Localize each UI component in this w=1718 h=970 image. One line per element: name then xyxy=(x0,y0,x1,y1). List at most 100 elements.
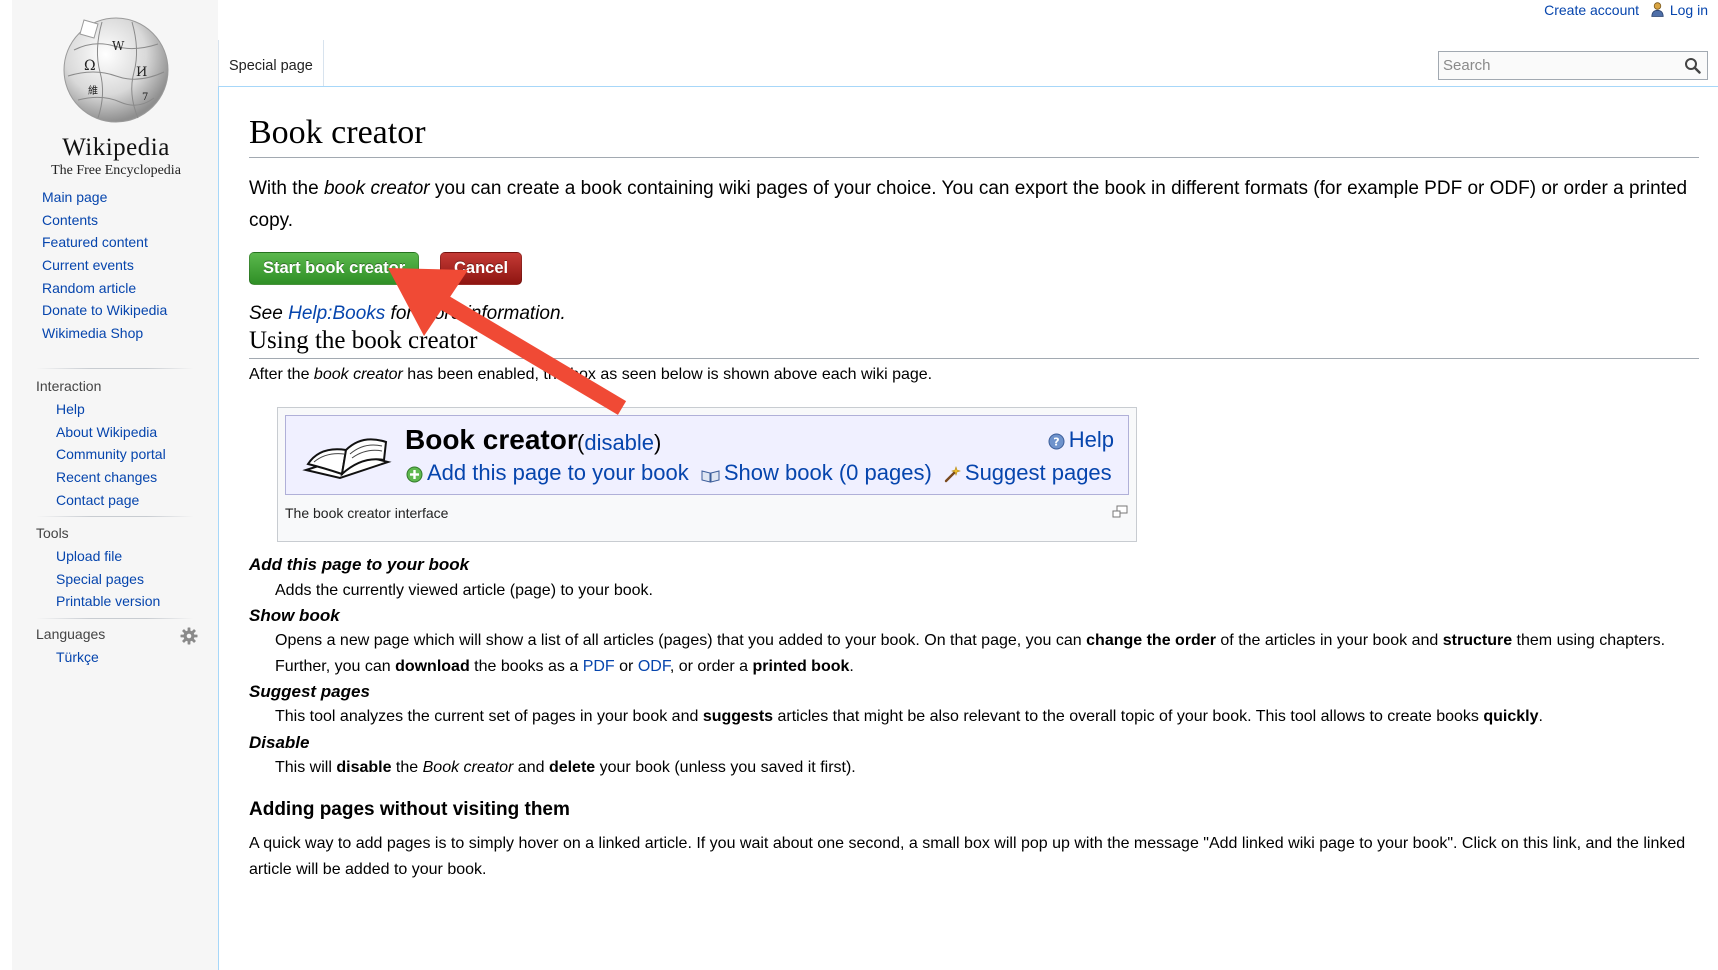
portal-divider xyxy=(36,618,194,619)
sidebar-item-help[interactable]: Help xyxy=(56,398,166,421)
help-control[interactable]: ? Help xyxy=(1048,427,1114,453)
sidebar-item-recent-changes[interactable]: Recent changes xyxy=(56,466,166,489)
disable-control: (disable) xyxy=(577,430,661,456)
sidebar: Ω W И 維 7 Wikipedia The Free Encyclopedi… xyxy=(0,0,218,970)
start-book-creator-button[interactable]: Start book creator xyxy=(249,252,420,285)
wikipedia-logo[interactable]: Ω W И 維 7 Wikipedia The Free Encyclopedi… xyxy=(28,8,204,178)
intro-paragraph: With the book creator you can create a b… xyxy=(249,173,1704,237)
svg-text:W: W xyxy=(112,39,125,53)
book-creator-actions: Add this page to your book Show book (0 … xyxy=(406,460,1118,486)
after-emphasis: book creator xyxy=(313,366,403,383)
intro-emphasis: book creator xyxy=(323,178,430,199)
portal-heading-interaction[interactable]: Interaction xyxy=(36,378,101,394)
sidebar-item-upload-file[interactable]: Upload file xyxy=(56,545,160,568)
sidebar-item-donate[interactable]: Donate to Wikipedia xyxy=(42,299,167,322)
see-help-text: See Help:Books for more information. xyxy=(249,303,566,325)
show-book-action[interactable]: Show book (0 pages) xyxy=(701,460,932,485)
add-page-action[interactable]: Add this page to your book xyxy=(406,460,689,485)
sidebar-item-about-wikipedia[interactable]: About Wikipedia xyxy=(56,421,166,444)
see-text: See xyxy=(249,303,289,324)
wand-icon xyxy=(944,466,961,483)
thumbnail-figure: Book creator (disable) ? Help Add this p… xyxy=(277,407,1137,542)
create-account-link[interactable]: Create account xyxy=(1544,2,1639,18)
sidebar-item-featured-content[interactable]: Featured content xyxy=(42,231,167,254)
sidebar-item-community-portal[interactable]: Community portal xyxy=(56,443,166,466)
logo-tagline: The Free Encyclopedia xyxy=(51,163,181,178)
term-suggest-pages: Suggest pages xyxy=(249,682,370,701)
desc-text: , or order a xyxy=(669,658,753,675)
sidebar-item-language-turkish[interactable]: Türkçe xyxy=(56,646,99,669)
term-add-page: Add this page to your book xyxy=(249,555,470,574)
desc-bold: quickly xyxy=(1483,708,1539,725)
desc-text: your book (unless you saved it first). xyxy=(595,759,856,776)
sidebar-item-special-pages[interactable]: Special pages xyxy=(56,568,160,591)
desc-text: Opens a new page which will show a list … xyxy=(275,632,1087,649)
desc-text: of the articles in your book and xyxy=(1215,632,1443,649)
svg-text:維: 維 xyxy=(88,84,98,97)
desc-bold: printed book xyxy=(752,658,850,675)
paren: ) xyxy=(654,430,662,455)
cancel-button[interactable]: Cancel xyxy=(440,252,523,285)
open-book-icon xyxy=(302,438,392,480)
tab-special-page[interactable]: Special page xyxy=(218,40,324,86)
sidebar-item-printable-version[interactable]: Printable version xyxy=(56,590,160,613)
book-creator-box: Book creator (disable) ? Help Add this p… xyxy=(285,415,1129,495)
user-icon xyxy=(1651,2,1664,17)
search-icon[interactable] xyxy=(1684,57,1701,74)
sidebar-item-random-article[interactable]: Random article xyxy=(42,277,167,300)
desc-text: articles that might be also relevant to … xyxy=(773,708,1484,725)
add-icon xyxy=(406,466,423,483)
desc-bold: delete xyxy=(548,759,596,776)
gear-icon[interactable] xyxy=(180,627,198,645)
term-show-book: Show book xyxy=(249,606,340,625)
see-text: for more information. xyxy=(385,303,566,324)
desc-bold: suggests xyxy=(702,708,774,725)
desc-add-page: Adds the currently viewed article (page)… xyxy=(275,582,653,599)
desc-bold: change the order xyxy=(1086,632,1216,649)
intro-text: With the xyxy=(249,178,324,199)
sidebar-item-contact-page[interactable]: Contact page xyxy=(56,489,166,512)
after-text: After the xyxy=(249,366,314,383)
svg-text:7: 7 xyxy=(142,92,148,103)
sidebar-item-wikimedia-shop[interactable]: Wikimedia Shop xyxy=(42,322,167,345)
suggest-pages-link[interactable]: Suggest pages xyxy=(965,460,1112,485)
add-page-link[interactable]: Add this page to your book xyxy=(427,460,689,485)
desc-text: . xyxy=(1538,708,1543,725)
svg-text:И: И xyxy=(136,65,147,80)
thumbnail-caption: The book creator interface xyxy=(285,505,449,521)
desc-suggest-pages: This tool analyzes the current set of pa… xyxy=(275,704,1695,730)
content-area: Book creator With the book creator you c… xyxy=(218,86,1718,970)
log-in-link[interactable]: Log in xyxy=(1670,2,1708,18)
help-books-link[interactable]: Help:Books xyxy=(288,303,385,324)
desc-text: and xyxy=(513,759,549,776)
sidebar-item-contents[interactable]: Contents xyxy=(42,209,167,232)
svg-text:Ω: Ω xyxy=(84,58,96,74)
section-heading-adding: Adding pages without visiting them xyxy=(249,799,570,820)
suggest-pages-action[interactable]: Suggest pages xyxy=(944,460,1112,485)
book-creator-title: Book creator xyxy=(405,424,578,455)
after-text: has been enabled, the box as seen below … xyxy=(402,366,933,383)
wikipedia-globe-icon: Ω W И 維 7 xyxy=(63,17,169,123)
help-link[interactable]: Help xyxy=(1069,427,1114,452)
desc-text: the xyxy=(391,759,423,776)
magnify-icon[interactable] xyxy=(1112,505,1128,519)
odf-link[interactable]: ODF xyxy=(638,658,670,675)
left-gutter xyxy=(0,0,12,970)
personal-tools: Create account Log in xyxy=(1544,2,1708,18)
languages-list: Türkçe xyxy=(56,646,99,669)
sidebar-item-current-events[interactable]: Current events xyxy=(42,254,167,277)
term-disable: Disable xyxy=(249,733,310,752)
desc-bold: download xyxy=(395,658,470,675)
svg-text:?: ? xyxy=(1053,436,1059,449)
portal-heading-tools[interactable]: Tools xyxy=(36,525,69,541)
search-input[interactable] xyxy=(1438,51,1708,80)
desc-emphasis: Book creator xyxy=(422,759,514,776)
logo-wordmark: Wikipedia xyxy=(62,134,170,161)
pdf-link[interactable]: PDF xyxy=(583,658,615,675)
disable-link[interactable]: disable xyxy=(584,430,654,455)
portal-divider xyxy=(36,368,194,369)
show-book-link[interactable]: Show book (0 pages) xyxy=(724,460,932,485)
portal-heading-languages[interactable]: Languages xyxy=(36,626,105,642)
desc-text: This tool analyzes the current set of pa… xyxy=(275,708,703,725)
sidebar-item-main-page[interactable]: Main page xyxy=(42,186,167,209)
